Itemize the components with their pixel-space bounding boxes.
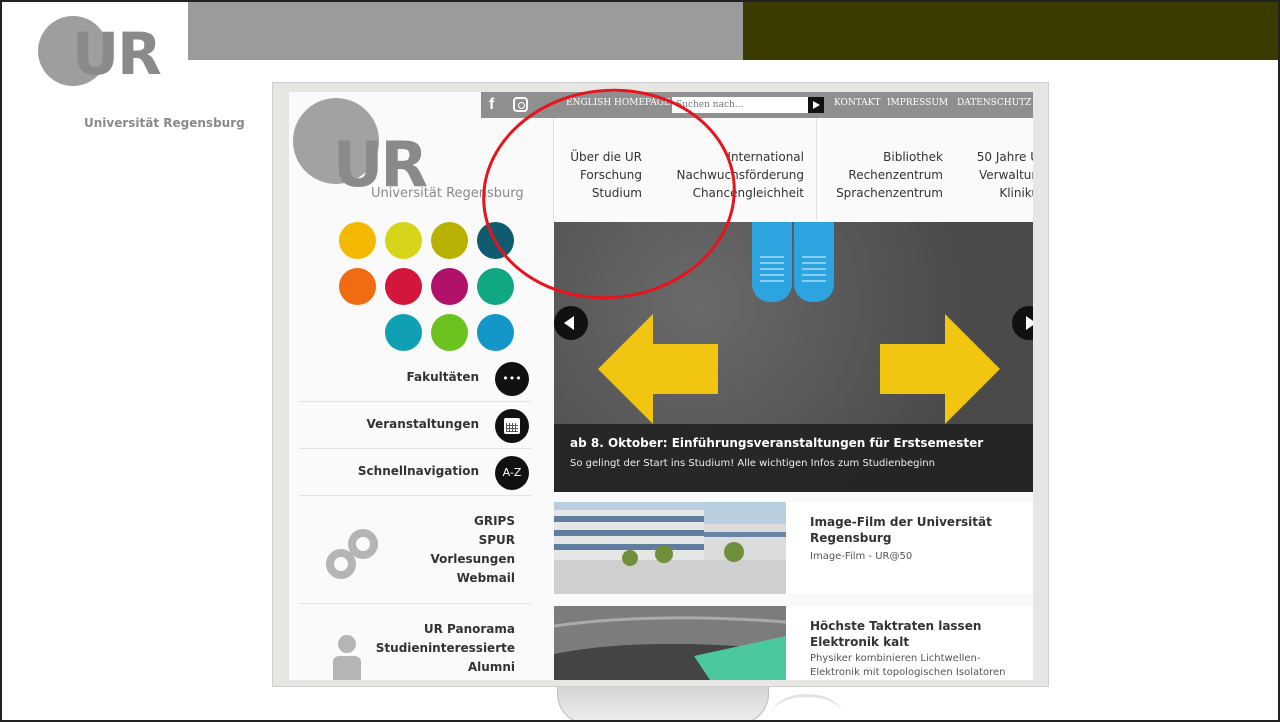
shoe-image — [752, 222, 792, 302]
faculty-dot[interactable] — [385, 314, 422, 351]
person-icon — [333, 635, 361, 680]
news-item[interactable]: Höchste Taktraten lassen Elektronik kalt… — [554, 606, 1033, 680]
hero-title[interactable]: ab 8. Oktober: Einführungsveranstaltunge… — [570, 436, 1017, 450]
topbar-link-impressum[interactable]: IMPRESSUM — [887, 98, 948, 108]
shoe-image — [794, 222, 834, 302]
hero-caption[interactable]: ab 8. Oktober: Einführungsveranstaltunge… — [554, 424, 1033, 492]
presentation-slide: UR Universität Regensburg f ENGLISH HOME… — [0, 0, 1280, 722]
link-webmail[interactable]: Webmail — [430, 569, 515, 588]
nav-item-verwaltung[interactable]: Verwaltun — [977, 166, 1033, 184]
news-thumbnail-campus — [554, 502, 786, 594]
faculty-dot[interactable] — [431, 314, 468, 351]
faculty-dot[interactable] — [339, 222, 376, 259]
search-input[interactable] — [672, 97, 808, 113]
topbar-link-kontakt[interactable]: KONTAKT — [834, 98, 880, 108]
news-item[interactable]: Image-Film der Universität Regensburg Im… — [554, 502, 1033, 594]
faculty-dot[interactable] — [477, 314, 514, 351]
audience-links: UR Panorama Studieninteressierte Alumni — [299, 606, 531, 680]
a-z-icon: A-Z — [495, 456, 529, 490]
faculty-dot[interactable] — [431, 222, 468, 259]
quicklink-label: Schnellnavigation — [357, 464, 479, 478]
faculty-dot[interactable] — [385, 222, 422, 259]
search-submit-button[interactable] — [808, 97, 824, 113]
link-alumni[interactable]: Alumni — [376, 658, 515, 677]
link-vorlesungen[interactable]: Vorlesungen — [430, 550, 515, 569]
monitor-stand — [557, 687, 769, 720]
slide-logo: UR — [38, 16, 178, 96]
quicklink-veranstaltungen[interactable]: Veranstaltungen — [299, 403, 531, 449]
faculty-dot[interactable] — [431, 268, 468, 305]
link-spur[interactable]: SPUR — [430, 531, 515, 550]
faculty-dot[interactable] — [385, 268, 422, 305]
service-links: GRIPS SPUR Vorlesungen Webmail — [299, 498, 531, 604]
link-chain-icon — [326, 529, 378, 579]
news-subtitle: Physiker kombinieren Lichtwellen-Elektro… — [810, 653, 1006, 678]
faculty-dot[interactable] — [477, 268, 514, 305]
main-nav-column-3: Bibliothek Rechenzentrum Sprachenzentrum — [836, 148, 943, 202]
arrow-left-graphic — [598, 314, 718, 424]
quicklink-label: Veranstaltungen — [366, 417, 479, 431]
nav-item-rechenzentrum[interactable]: Rechenzentrum — [836, 166, 943, 184]
quicklink-fakultaeten[interactable]: Fakultäten ••• — [299, 356, 531, 402]
faculty-dot[interactable] — [339, 268, 376, 305]
slide-header-olive-bar — [743, 2, 1278, 60]
main-nav-column-4: 50 Jahre U Verwaltun Kliniku — [977, 148, 1033, 202]
calendar-icon — [495, 409, 529, 443]
more-icon: ••• — [495, 362, 529, 396]
quicklink-schnellnavigation[interactable]: Schnellnavigation A-Z — [299, 450, 531, 496]
link-studieninteressierte[interactable]: Studieninteressierte — [376, 639, 515, 658]
news-thumbnail-physics — [554, 606, 786, 680]
nav-item-50-jahre[interactable]: 50 Jahre U — [977, 148, 1033, 166]
news-title[interactable]: Höchste Taktraten lassen Elektronik kalt — [810, 618, 1020, 650]
social-links: f — [485, 94, 537, 116]
nav-item-klinikum[interactable]: Kliniku — [977, 184, 1033, 202]
nav-separator — [816, 118, 817, 220]
instagram-icon[interactable] — [513, 97, 528, 112]
arrow-right-graphic — [880, 314, 1000, 424]
quicklink-label: Fakultäten — [406, 370, 479, 384]
link-ur-panorama[interactable]: UR Panorama — [376, 620, 515, 639]
slide-logo-subtitle: Universität Regensburg — [84, 116, 245, 130]
slide-logo-text: UR — [72, 20, 162, 88]
facebook-icon[interactable]: f — [489, 96, 505, 114]
link-grips[interactable]: GRIPS — [430, 512, 515, 531]
slider-prev-button[interactable] — [554, 306, 588, 340]
topbar-link-datenschutz[interactable]: DATENSCHUTZ — [957, 98, 1031, 108]
news-subtitle: Image-Film - UR@50 — [810, 551, 913, 562]
nav-item-sprachenzentrum[interactable]: Sprachenzentrum — [836, 184, 943, 202]
news-title[interactable]: Image-Film der Universität Regensburg — [810, 514, 1020, 546]
hero-subtitle: So gelingt der Start ins Studium! Alle w… — [570, 458, 935, 469]
nav-item-bibliothek[interactable]: Bibliothek — [836, 148, 943, 166]
monitor-cable — [772, 694, 842, 720]
slide-header-gray-bar — [188, 2, 743, 60]
